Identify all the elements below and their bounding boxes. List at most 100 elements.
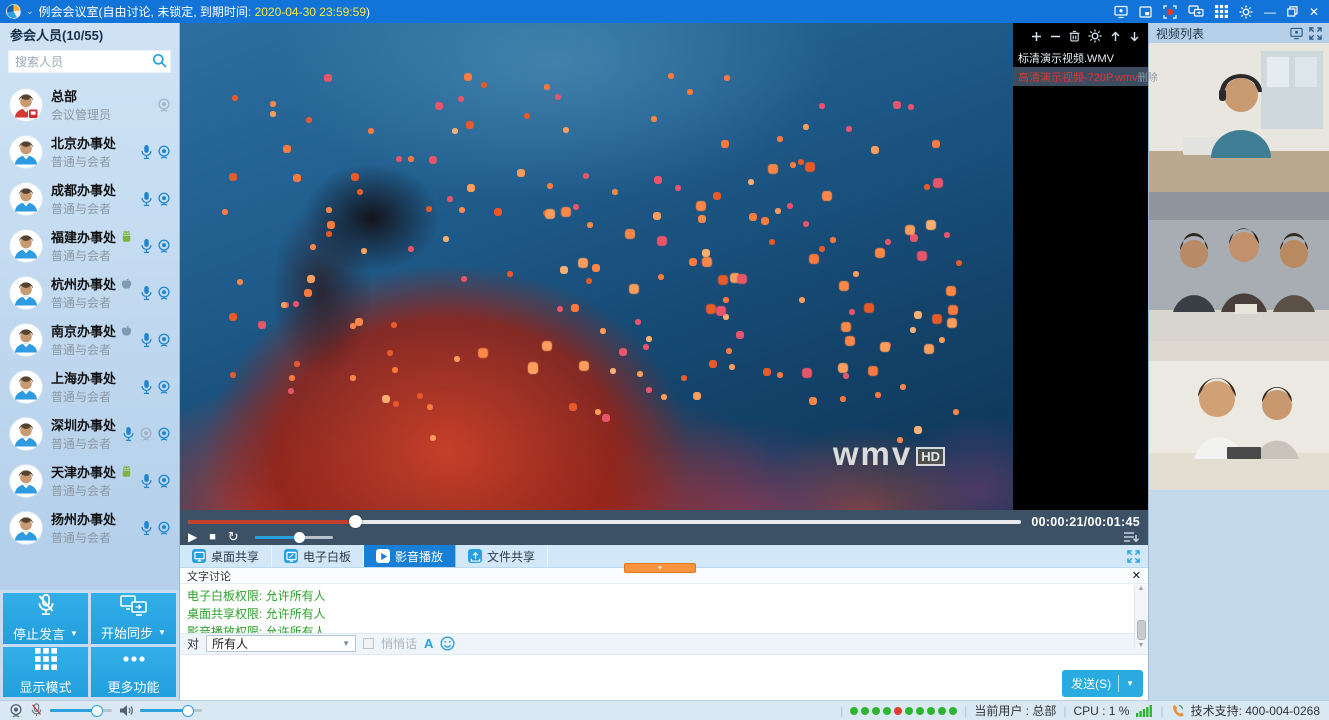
mic-icon[interactable] (140, 238, 153, 254)
more-functions-button[interactable]: 更多功能 (91, 647, 176, 698)
webcam-icon[interactable] (157, 238, 171, 254)
webcam-icon[interactable] (157, 144, 171, 160)
play-button[interactable]: ▶ (188, 530, 197, 544)
record-icon[interactable] (1163, 5, 1177, 19)
window-mode-icon[interactable] (1139, 6, 1152, 18)
maximize-button[interactable] (1287, 6, 1298, 17)
search-input[interactable] (8, 50, 171, 73)
video-thumbnail[interactable] (1149, 43, 1329, 192)
playlist-item[interactable]: 高清演示视频-720P.wmv删除 (1013, 67, 1148, 86)
delete-link[interactable]: 删除 (1138, 69, 1158, 84)
scroll-up-icon[interactable]: ▲ (1138, 585, 1145, 592)
mic-icon[interactable] (140, 473, 153, 489)
expand-icon[interactable] (1309, 27, 1322, 40)
emoji-icon[interactable] (440, 636, 455, 651)
mic-volume-slider[interactable] (50, 709, 112, 712)
mic-icon[interactable] (140, 520, 153, 536)
scroll-down-icon[interactable]: ▼ (1138, 642, 1145, 649)
chevron-down-icon[interactable]: ⌄ (26, 7, 34, 16)
volume-handle[interactable] (294, 532, 305, 543)
stop-speaking-button[interactable]: 停止发言▼ (3, 593, 88, 644)
chat-scrollbar[interactable]: ▲ ▼ (1134, 585, 1147, 649)
avatar (9, 464, 43, 498)
scroll-thumb[interactable] (1137, 620, 1146, 640)
fullscreen-icon[interactable] (1127, 550, 1140, 563)
playlist-item[interactable]: 标清演示视频.WMV (1013, 48, 1148, 67)
close-button[interactable]: ✕ (1309, 6, 1319, 18)
mic-muted-icon[interactable] (30, 703, 43, 718)
display-mode-button[interactable]: 显示模式 (3, 647, 88, 698)
webcam-status-icon[interactable] (9, 703, 23, 718)
video-content[interactable]: wmv HD (180, 23, 1013, 510)
volume-slider[interactable] (255, 536, 333, 539)
tabbar: 桌面共享电子白板影音播放文件共享 ▾ (180, 545, 1148, 568)
webcam-icon-gray[interactable] (139, 426, 153, 442)
mic-icon[interactable] (140, 285, 153, 301)
font-icon[interactable]: A (424, 636, 433, 651)
playlist-toggle-icon[interactable] (1123, 531, 1140, 544)
webcam-icon[interactable] (157, 520, 171, 536)
webcam-icon[interactable] (157, 332, 171, 348)
tab-media-play[interactable]: 影音播放 (364, 545, 456, 567)
mic-icon[interactable] (122, 426, 135, 442)
participant-row[interactable]: 成都办事处普通与会者 (0, 175, 179, 222)
tab-whiteboard[interactable]: 电子白板 (272, 545, 364, 567)
message-input[interactable] (180, 655, 1148, 701)
statusbar: | | 当前用户 : 总部 | CPU : 1 % | 技术支持: 400-00… (0, 700, 1329, 720)
participant-row[interactable]: 南京办事处普通与会者 (0, 316, 179, 363)
send-dropdown-icon[interactable]: ▼ (1126, 679, 1134, 688)
remove-media-icon[interactable] (1050, 31, 1061, 42)
participant-row[interactable]: 天津办事处普通与会者 (0, 457, 179, 504)
search-icon[interactable] (152, 53, 167, 73)
seek-bar[interactable] (188, 520, 1021, 524)
participant-row[interactable]: 北京办事处普通与会者 (0, 128, 179, 175)
mic-icon[interactable] (140, 379, 153, 395)
app-window: ⌄ 例会会议室(自由讨论, 未锁定, 到期时间: 2020-04-30 23:5… (0, 0, 1329, 720)
participant-row[interactable]: 深圳办事处普通与会者 (0, 410, 179, 457)
stop-button[interactable]: ■ (209, 530, 216, 544)
add-media-icon[interactable] (1031, 31, 1042, 42)
webcam-icon[interactable] (157, 191, 171, 207)
title-text: 例会会议室(自由讨论, 未锁定, 到期时间: (39, 5, 255, 19)
speaker-volume-slider[interactable] (140, 709, 202, 712)
video-thumbnail[interactable] (1149, 192, 1329, 341)
sync-screens-icon[interactable] (1188, 5, 1204, 18)
send-button[interactable]: 发送(S) ▼ (1062, 670, 1143, 697)
speaker-icon[interactable] (119, 704, 133, 717)
tab-desktop-share[interactable]: 桌面共享 (180, 545, 272, 567)
window-title: 例会会议室(自由讨论, 未锁定, 到期时间: 2020-04-30 23:59:… (39, 3, 370, 20)
chat-close-icon[interactable]: ✕ (1132, 569, 1141, 582)
participant-row[interactable]: 扬州办事处普通与会者 (0, 504, 179, 551)
minimize-button[interactable]: — (1264, 6, 1276, 18)
screenshare-icon[interactable] (1114, 5, 1128, 19)
quality-dot (872, 707, 880, 715)
trash-icon[interactable] (1069, 30, 1080, 42)
mic-icon[interactable] (140, 191, 153, 207)
participant-row[interactable]: 杭州办事处普通与会者 (0, 269, 179, 316)
move-down-icon[interactable] (1129, 31, 1140, 42)
participant-row[interactable]: 福建办事处普通与会者 (0, 222, 179, 269)
loop-button[interactable]: ↻ (228, 530, 239, 544)
settings-gear-icon[interactable] (1239, 5, 1253, 19)
webcam-icon[interactable] (157, 473, 171, 489)
webcam-icon-gray[interactable] (157, 97, 171, 113)
recipient-select[interactable]: 所有人 ▼ (206, 635, 356, 652)
participant-name: 北京办事处 (51, 133, 116, 152)
mic-icon[interactable] (140, 332, 153, 348)
participant-row[interactable]: 上海办事处普通与会者 (0, 363, 179, 410)
seek-handle[interactable] (349, 515, 362, 528)
playlist-settings-icon[interactable] (1088, 29, 1102, 43)
tab-file-share[interactable]: 文件共享 (456, 545, 548, 567)
mic-icon[interactable] (140, 144, 153, 160)
webcam-icon[interactable] (157, 285, 171, 301)
start-sync-button[interactable]: 开始同步▼ (91, 593, 176, 644)
display-grid-icon[interactable] (1215, 5, 1228, 18)
whisper-checkbox[interactable] (363, 638, 374, 649)
participant-row[interactable]: 总部会议管理员 (0, 81, 179, 128)
webcam-icon[interactable] (157, 426, 171, 442)
video-thumbnail[interactable] (1149, 341, 1329, 490)
move-up-icon[interactable] (1110, 31, 1121, 42)
webcam-icon[interactable] (157, 379, 171, 395)
collapse-handle[interactable]: ▾ (624, 563, 696, 573)
monitor-icon[interactable] (1290, 27, 1303, 40)
